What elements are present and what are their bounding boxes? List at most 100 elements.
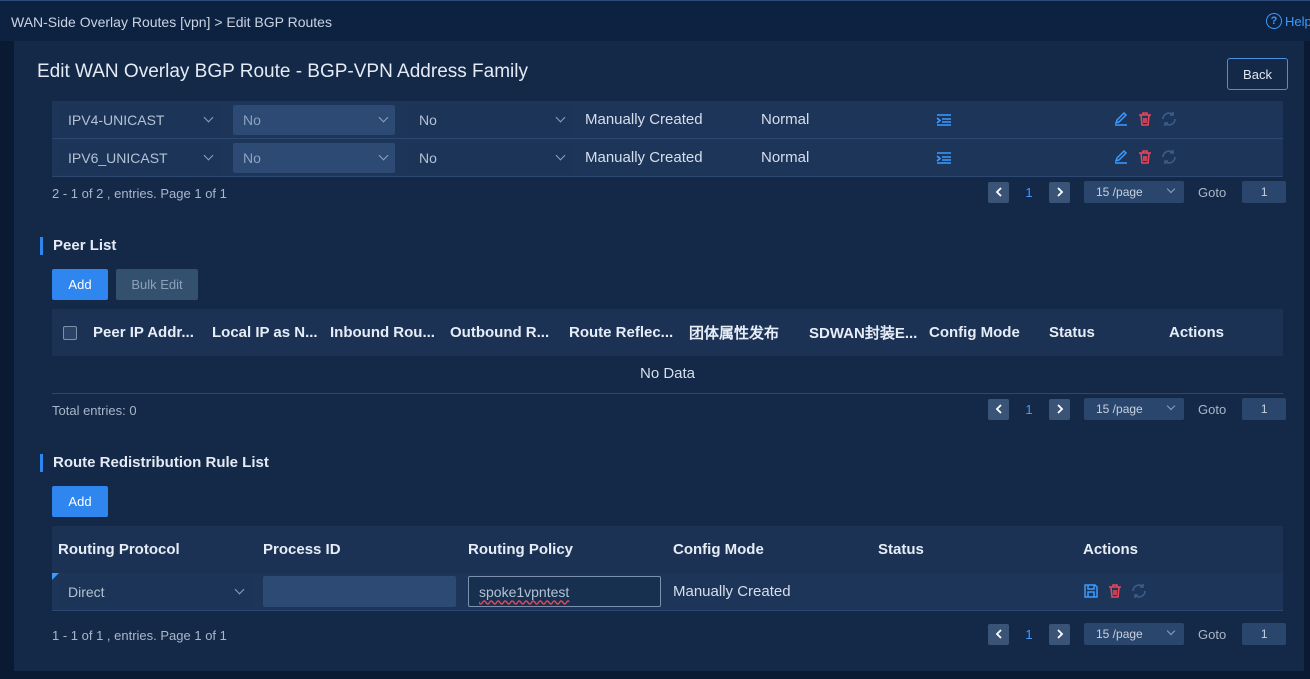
address-family-summary: 2 - 1 of 2 , entries. Page 1 of 1: [52, 186, 227, 201]
goto-label: Goto: [1198, 184, 1227, 200]
redistribution-title: Route Redistribution Rule List: [40, 454, 269, 472]
col-status[interactable]: Status: [878, 526, 924, 573]
chevron-down-icon: [555, 112, 566, 123]
family-select[interactable]: IPV6_UNICAST: [58, 143, 220, 173]
chevron-down-icon: [203, 112, 214, 123]
family-select[interactable]: IPV4-UNICAST: [58, 105, 220, 135]
chevron-down-icon: [378, 112, 389, 123]
col-config-mode[interactable]: Config Mode: [673, 526, 764, 573]
row-actions: [1082, 582, 1148, 600]
col-status[interactable]: Status: [1049, 309, 1161, 356]
option1-select[interactable]: No: [233, 105, 395, 135]
col-routing-policy[interactable]: Routing Policy: [468, 526, 573, 573]
chevron-down-icon: [234, 584, 245, 595]
row-actions: [1112, 110, 1178, 128]
redistribution-pager: 1 15 /page Goto 1: [988, 623, 1287, 645]
col-peer-ip[interactable]: Peer IP Addr...: [93, 309, 205, 356]
config-mode-cell: Manually Created: [673, 583, 791, 600]
page-size-value: 15 /page: [1096, 402, 1143, 416]
peer-pager: 1 15 /page Goto 1: [988, 398, 1287, 420]
help-label: Help: [1285, 13, 1310, 29]
goto-label: Goto: [1198, 626, 1227, 642]
delete-icon[interactable]: [1106, 582, 1124, 600]
peer-list-title: Peer List: [40, 237, 116, 255]
help-link[interactable]: ? Help: [1266, 13, 1310, 29]
page-title: Edit WAN Overlay BGP Route - BGP-VPN Add…: [37, 61, 528, 82]
col-process-id[interactable]: Process ID: [263, 526, 341, 573]
peer-summary: Total entries: 0: [52, 403, 137, 418]
option1-select-value: No: [243, 112, 261, 128]
save-icon[interactable]: [1082, 582, 1100, 600]
table-row: Direct spoke1vpntest Manually Created: [52, 573, 1283, 611]
page-size-value: 15 /page: [1096, 627, 1143, 641]
col-community[interactable]: 团体属性发布: [689, 309, 801, 356]
back-button[interactable]: Back: [1227, 58, 1288, 90]
goto-label: Goto: [1198, 401, 1227, 417]
next-page-button[interactable]: [1049, 181, 1070, 203]
delete-icon[interactable]: [1136, 110, 1154, 128]
process-id-input[interactable]: [263, 576, 456, 607]
routing-protocol-value: Direct: [68, 584, 105, 600]
option1-select[interactable]: No: [233, 143, 395, 173]
page-size-select[interactable]: 15 /page: [1084, 181, 1184, 203]
col-outbound[interactable]: Outbound R...: [450, 309, 562, 356]
chevron-down-icon: [1166, 184, 1176, 194]
edit-icon[interactable]: [1112, 110, 1130, 128]
col-actions: Actions: [1083, 541, 1139, 558]
option2-select[interactable]: No: [409, 143, 572, 173]
address-family-pager: 1 15 /page Goto 1: [988, 181, 1287, 203]
config-mode-cell: Manually Created: [585, 111, 703, 128]
page-size-value: 15 /page: [1096, 185, 1143, 199]
help-icon: ?: [1266, 13, 1282, 29]
page-size-select[interactable]: 15 /page: [1084, 398, 1184, 420]
col-inbound[interactable]: Inbound Rou...: [330, 309, 442, 356]
routing-policy-input[interactable]: spoke1vpntest: [468, 576, 661, 607]
refresh-icon[interactable]: [1160, 148, 1178, 166]
select-all-checkbox[interactable]: [63, 325, 77, 340]
col-actions: Actions: [1169, 324, 1225, 341]
redistribution-summary: 1 - 1 of 1 , entries. Page 1 of 1: [52, 628, 227, 643]
table-row: IPV6_UNICAST No No Manually Created Norm…: [52, 139, 1283, 177]
family-select-value: IPV4-UNICAST: [68, 112, 165, 128]
col-sdwan-encap[interactable]: SDWAN封装E...: [809, 309, 921, 356]
goto-input[interactable]: 1: [1242, 623, 1287, 645]
goto-input[interactable]: 1: [1242, 398, 1287, 420]
prev-page-button[interactable]: [988, 398, 1009, 420]
next-page-button[interactable]: [1049, 398, 1070, 420]
routing-protocol-select[interactable]: Direct: [58, 577, 251, 607]
col-config-mode[interactable]: Config Mode: [929, 309, 1041, 356]
page-size-select[interactable]: 15 /page: [1084, 623, 1184, 645]
empty-row: No Data: [52, 356, 1283, 394]
refresh-icon[interactable]: [1160, 110, 1178, 128]
breadcrumb: WAN-Side Overlay Routes [vpn] > Edit BGP…: [11, 14, 332, 30]
chevron-down-icon: [1166, 626, 1176, 636]
current-page[interactable]: 1: [1009, 627, 1049, 642]
edit-icon[interactable]: [1112, 148, 1130, 166]
redistribution-table-header: Routing Protocol Process ID Routing Poli…: [52, 526, 1283, 573]
top-bar: WAN-Side Overlay Routes [vpn] > Edit BGP…: [0, 0, 1310, 41]
col-routing-protocol[interactable]: Routing Protocol: [58, 526, 180, 573]
status-cell: Normal: [761, 111, 810, 128]
peer-table-header: Peer IP Addr... Local IP as N... Inbound…: [52, 309, 1283, 356]
chevron-down-icon: [1166, 401, 1176, 411]
prev-page-button[interactable]: [988, 623, 1009, 645]
col-local-ip[interactable]: Local IP as N...: [212, 309, 324, 356]
prev-page-button[interactable]: [988, 181, 1009, 203]
option2-select[interactable]: No: [409, 105, 572, 135]
current-page[interactable]: 1: [1009, 402, 1049, 417]
col-route-reflector[interactable]: Route Reflec...: [569, 309, 681, 356]
chevron-down-icon: [555, 150, 566, 161]
indent-icon[interactable]: [935, 149, 953, 167]
refresh-icon[interactable]: [1130, 582, 1148, 600]
redistribution-add-button[interactable]: Add: [52, 486, 108, 517]
peer-add-button[interactable]: Add: [52, 269, 108, 300]
bulk-edit-button[interactable]: Bulk Edit: [116, 269, 198, 300]
chevron-down-icon: [203, 150, 214, 161]
table-row: IPV4-UNICAST No No Manually Created Norm…: [52, 101, 1283, 139]
indent-icon[interactable]: [935, 111, 953, 129]
chevron-down-icon: [378, 150, 389, 161]
current-page[interactable]: 1: [1009, 185, 1049, 200]
delete-icon[interactable]: [1136, 148, 1154, 166]
goto-input[interactable]: 1: [1242, 181, 1287, 203]
next-page-button[interactable]: [1049, 623, 1070, 645]
